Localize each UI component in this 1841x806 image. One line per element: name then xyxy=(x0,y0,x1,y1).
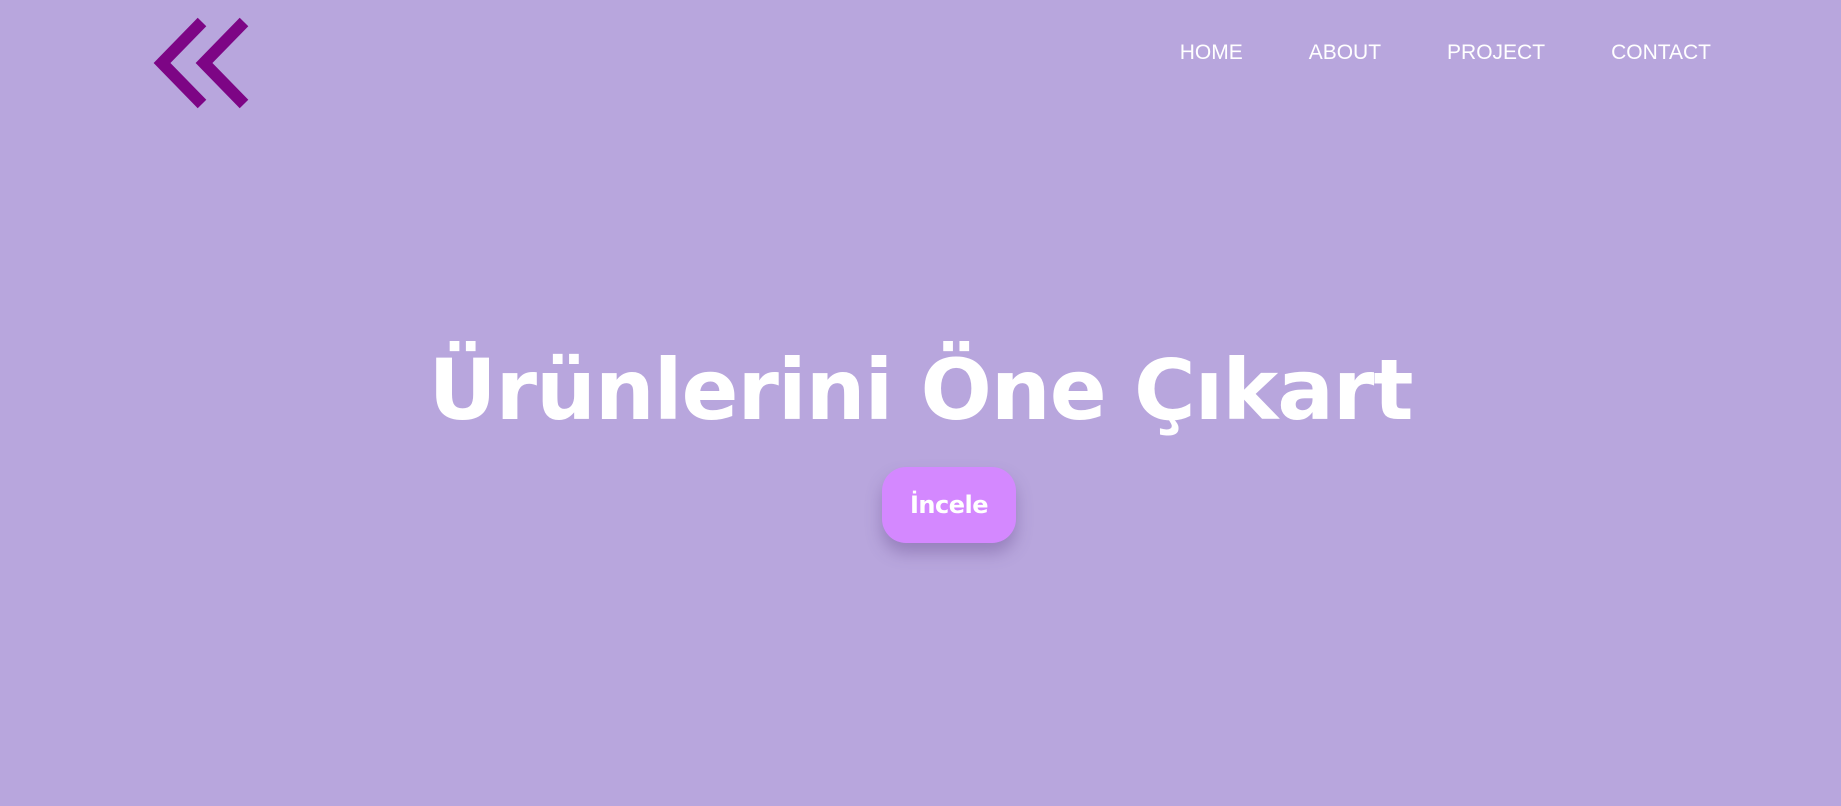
hero-section: Ürünlerini Öne Çıkart xyxy=(0,340,1841,440)
hero-title: Ürünlerini Öne Çıkart xyxy=(428,341,1413,439)
landing-page: HOME ABOUT PROJECT CONTACT Ürünlerini Ön… xyxy=(0,0,1841,806)
double-chevron-left-icon xyxy=(153,17,249,109)
incele-button[interactable]: İncele xyxy=(882,467,1016,543)
logo-link[interactable] xyxy=(153,16,253,110)
nav-home-link[interactable]: HOME xyxy=(1180,38,1243,68)
main-nav: HOME ABOUT PROJECT CONTACT xyxy=(1180,38,1711,68)
nav-about-link[interactable]: ABOUT xyxy=(1309,38,1381,68)
nav-project-link[interactable]: PROJECT xyxy=(1447,38,1545,68)
nav-contact-link[interactable]: CONTACT xyxy=(1611,38,1711,68)
